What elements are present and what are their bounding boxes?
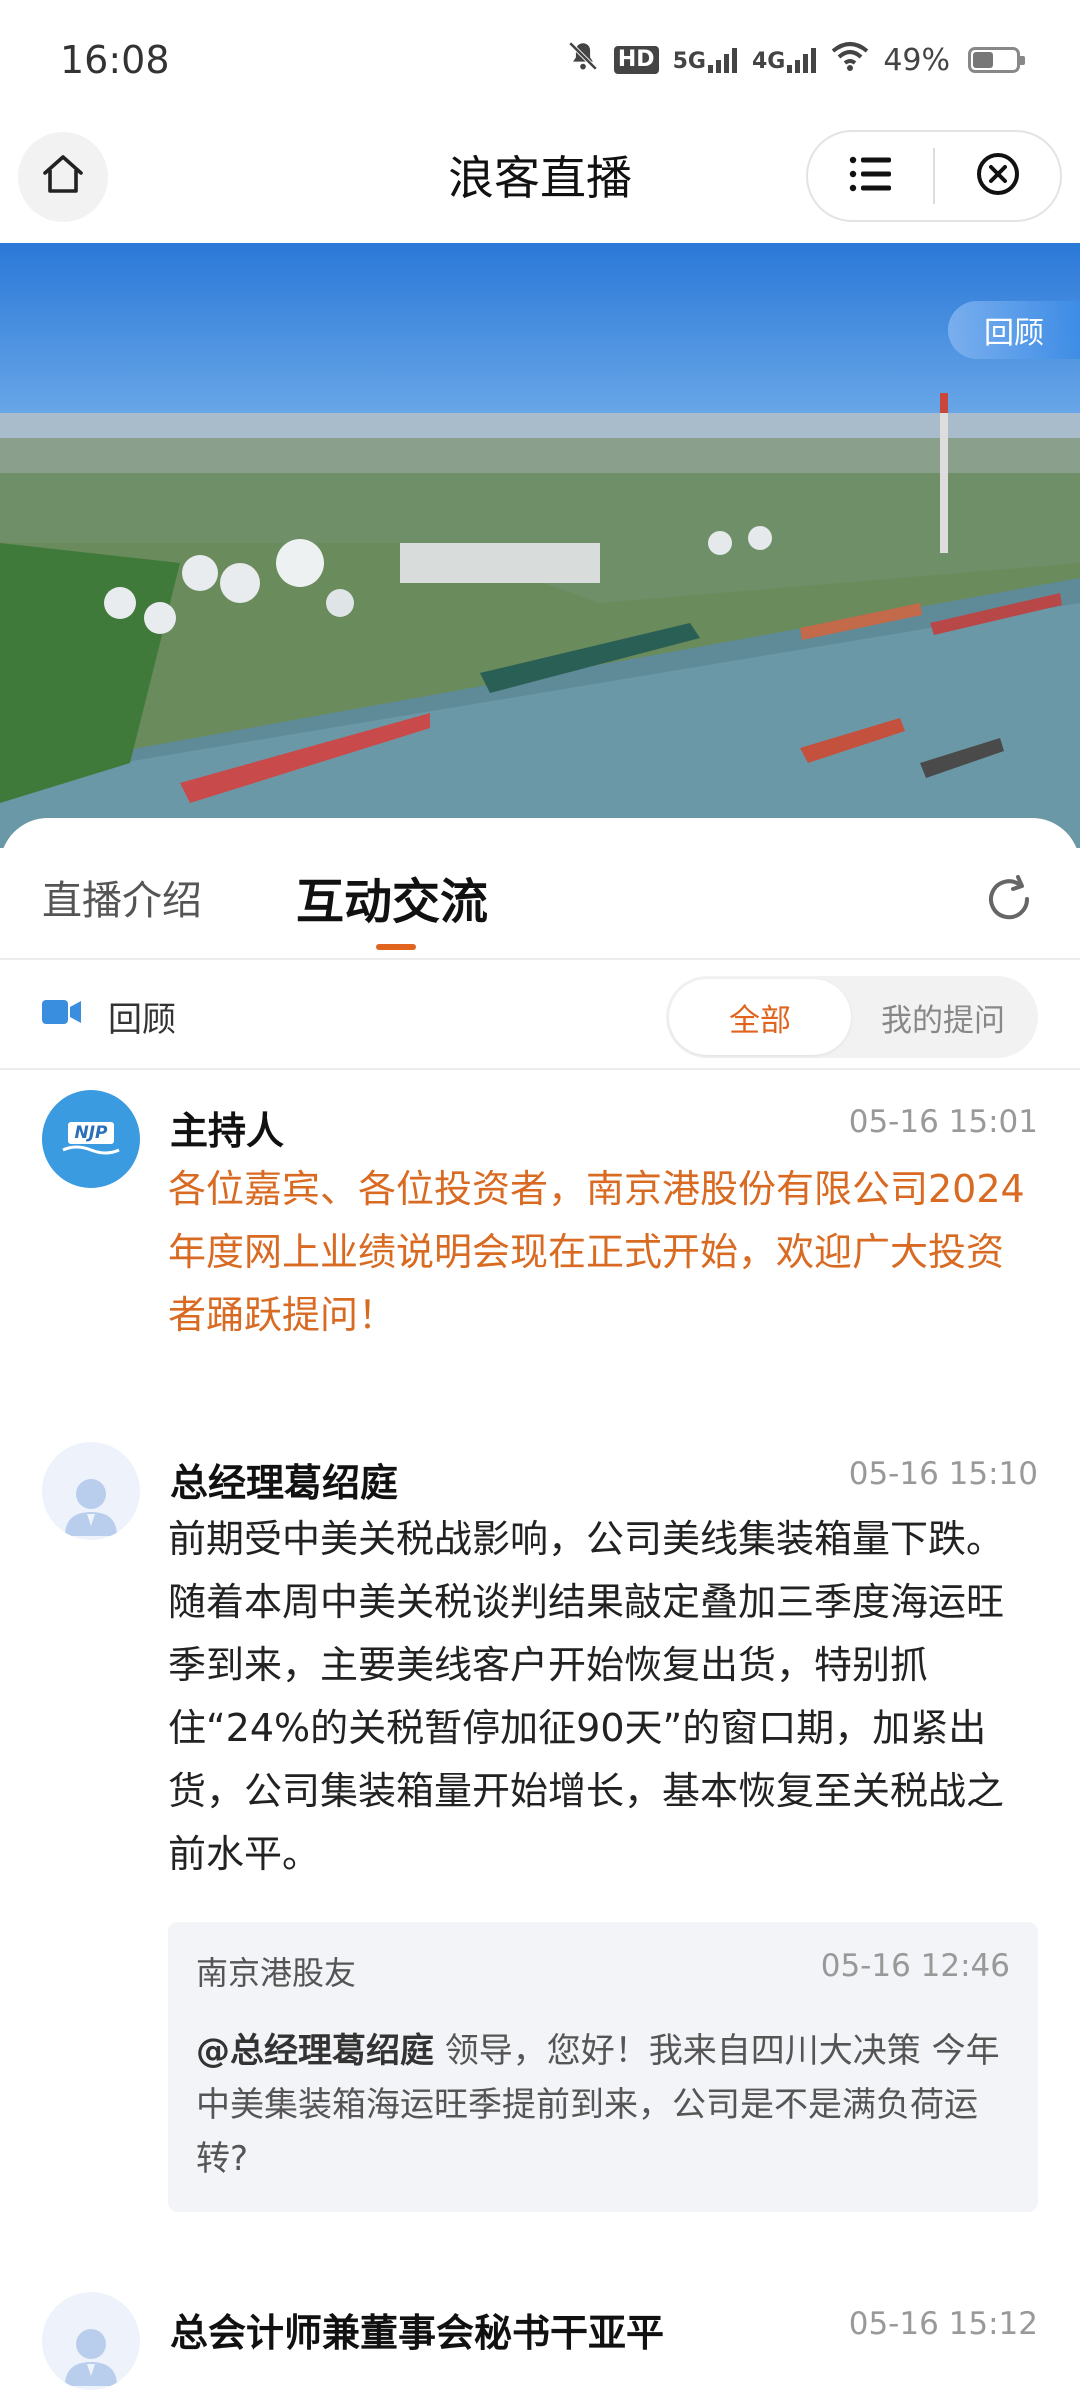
menu-button[interactable] (808, 132, 933, 220)
status-icons: HD 5G 4G 49% (566, 39, 1025, 81)
avatar (42, 1442, 140, 1540)
port-aerial-illustration (0, 393, 1080, 848)
video-camera-icon (42, 997, 82, 1031)
tab-intro[interactable]: 直播介绍 (42, 868, 202, 926)
refresh-icon[interactable] (982, 872, 1036, 930)
4g-signal-icon: 4G (752, 47, 817, 73)
quote-time: 05-16 12:46 (820, 1948, 1010, 1984)
logo-wave (62, 1145, 120, 1155)
4g-label: 4G (751, 49, 786, 74)
hd-icon: HD (613, 46, 659, 74)
avatar: NJP (42, 1090, 140, 1188)
filter-bar: 回顾 全部 我的提问 (0, 960, 1080, 1070)
sender-name: 总经理葛绍庭 (170, 1461, 399, 1505)
battery-icon (968, 47, 1025, 73)
active-tab-indicator (376, 944, 416, 950)
company-logo-icon: NJP (61, 1122, 121, 1156)
content-sheet: 直播介绍 互动交流 回顾 全部 我的提问 NJP 主持人 05-16 15:01… (0, 818, 1080, 2400)
close-button[interactable] (935, 132, 1060, 220)
message-time: 05-16 15:12 (848, 2306, 1038, 2342)
filter-segmented-control: 全部 我的提问 (666, 976, 1038, 1058)
menu-icon (849, 155, 893, 197)
tab-interaction[interactable]: 互动交流 (296, 862, 488, 932)
sender-name: 总会计师兼董事会秘书干亚平 (170, 2311, 665, 2355)
battery-fill (973, 52, 994, 68)
message-text: 前期受中美关税战影响，公司美线集装箱量下跌。随着本周中美关税谈判结果敲定叠加三季… (168, 1517, 1005, 1876)
mini-program-capsule (806, 130, 1062, 222)
tab-bar: 直播介绍 互动交流 (0, 818, 1080, 960)
user-avatar-icon (59, 2316, 123, 2390)
replay-badge: 回顾 (948, 301, 1080, 359)
header: 浪客直播 (0, 120, 1080, 238)
user-avatar-icon (59, 1466, 123, 1540)
battery-nub (1020, 56, 1025, 65)
status-bar: 16:08 HD 5G 4G 49% (0, 0, 1080, 120)
5g-signal-icon: 5G (673, 47, 738, 73)
quote-mention: @总经理葛绍庭 (196, 2031, 434, 2071)
status-time: 16:08 (60, 38, 170, 82)
message-time: 05-16 15:10 (848, 1456, 1038, 1492)
sender-name: 主持人 (170, 1109, 285, 1153)
logo-text: NJP (68, 1122, 114, 1144)
hero-image: 回顾 (0, 243, 1080, 848)
mute-bell-icon (566, 39, 600, 81)
5g-label: 5G (672, 49, 706, 74)
filter-all-button[interactable]: 全部 (669, 979, 851, 1055)
message-time: 05-16 15:01 (848, 1104, 1038, 1140)
message-text: 各位嘉宾、各位投资者，南京港股份有限公司2024年度网上业绩说明会现在正式开始，… (168, 1167, 1025, 1337)
wifi-icon (831, 41, 869, 79)
battery-percent: 49% (883, 42, 950, 78)
filter-my-questions-button[interactable]: 我的提问 (851, 995, 1035, 1040)
replay-label: 回顾 (108, 1000, 176, 1040)
avatar (42, 2292, 140, 2390)
close-icon (974, 150, 1022, 202)
quoted-question: 南京港股友 05-16 12:46 @总经理葛绍庭 领导，您好！我来自四川大决策… (168, 1922, 1038, 2212)
quote-body: @总经理葛绍庭 领导，您好！我来自四川大决策 今年中美集装箱海运旺季提前到来，公… (196, 2024, 1010, 2186)
